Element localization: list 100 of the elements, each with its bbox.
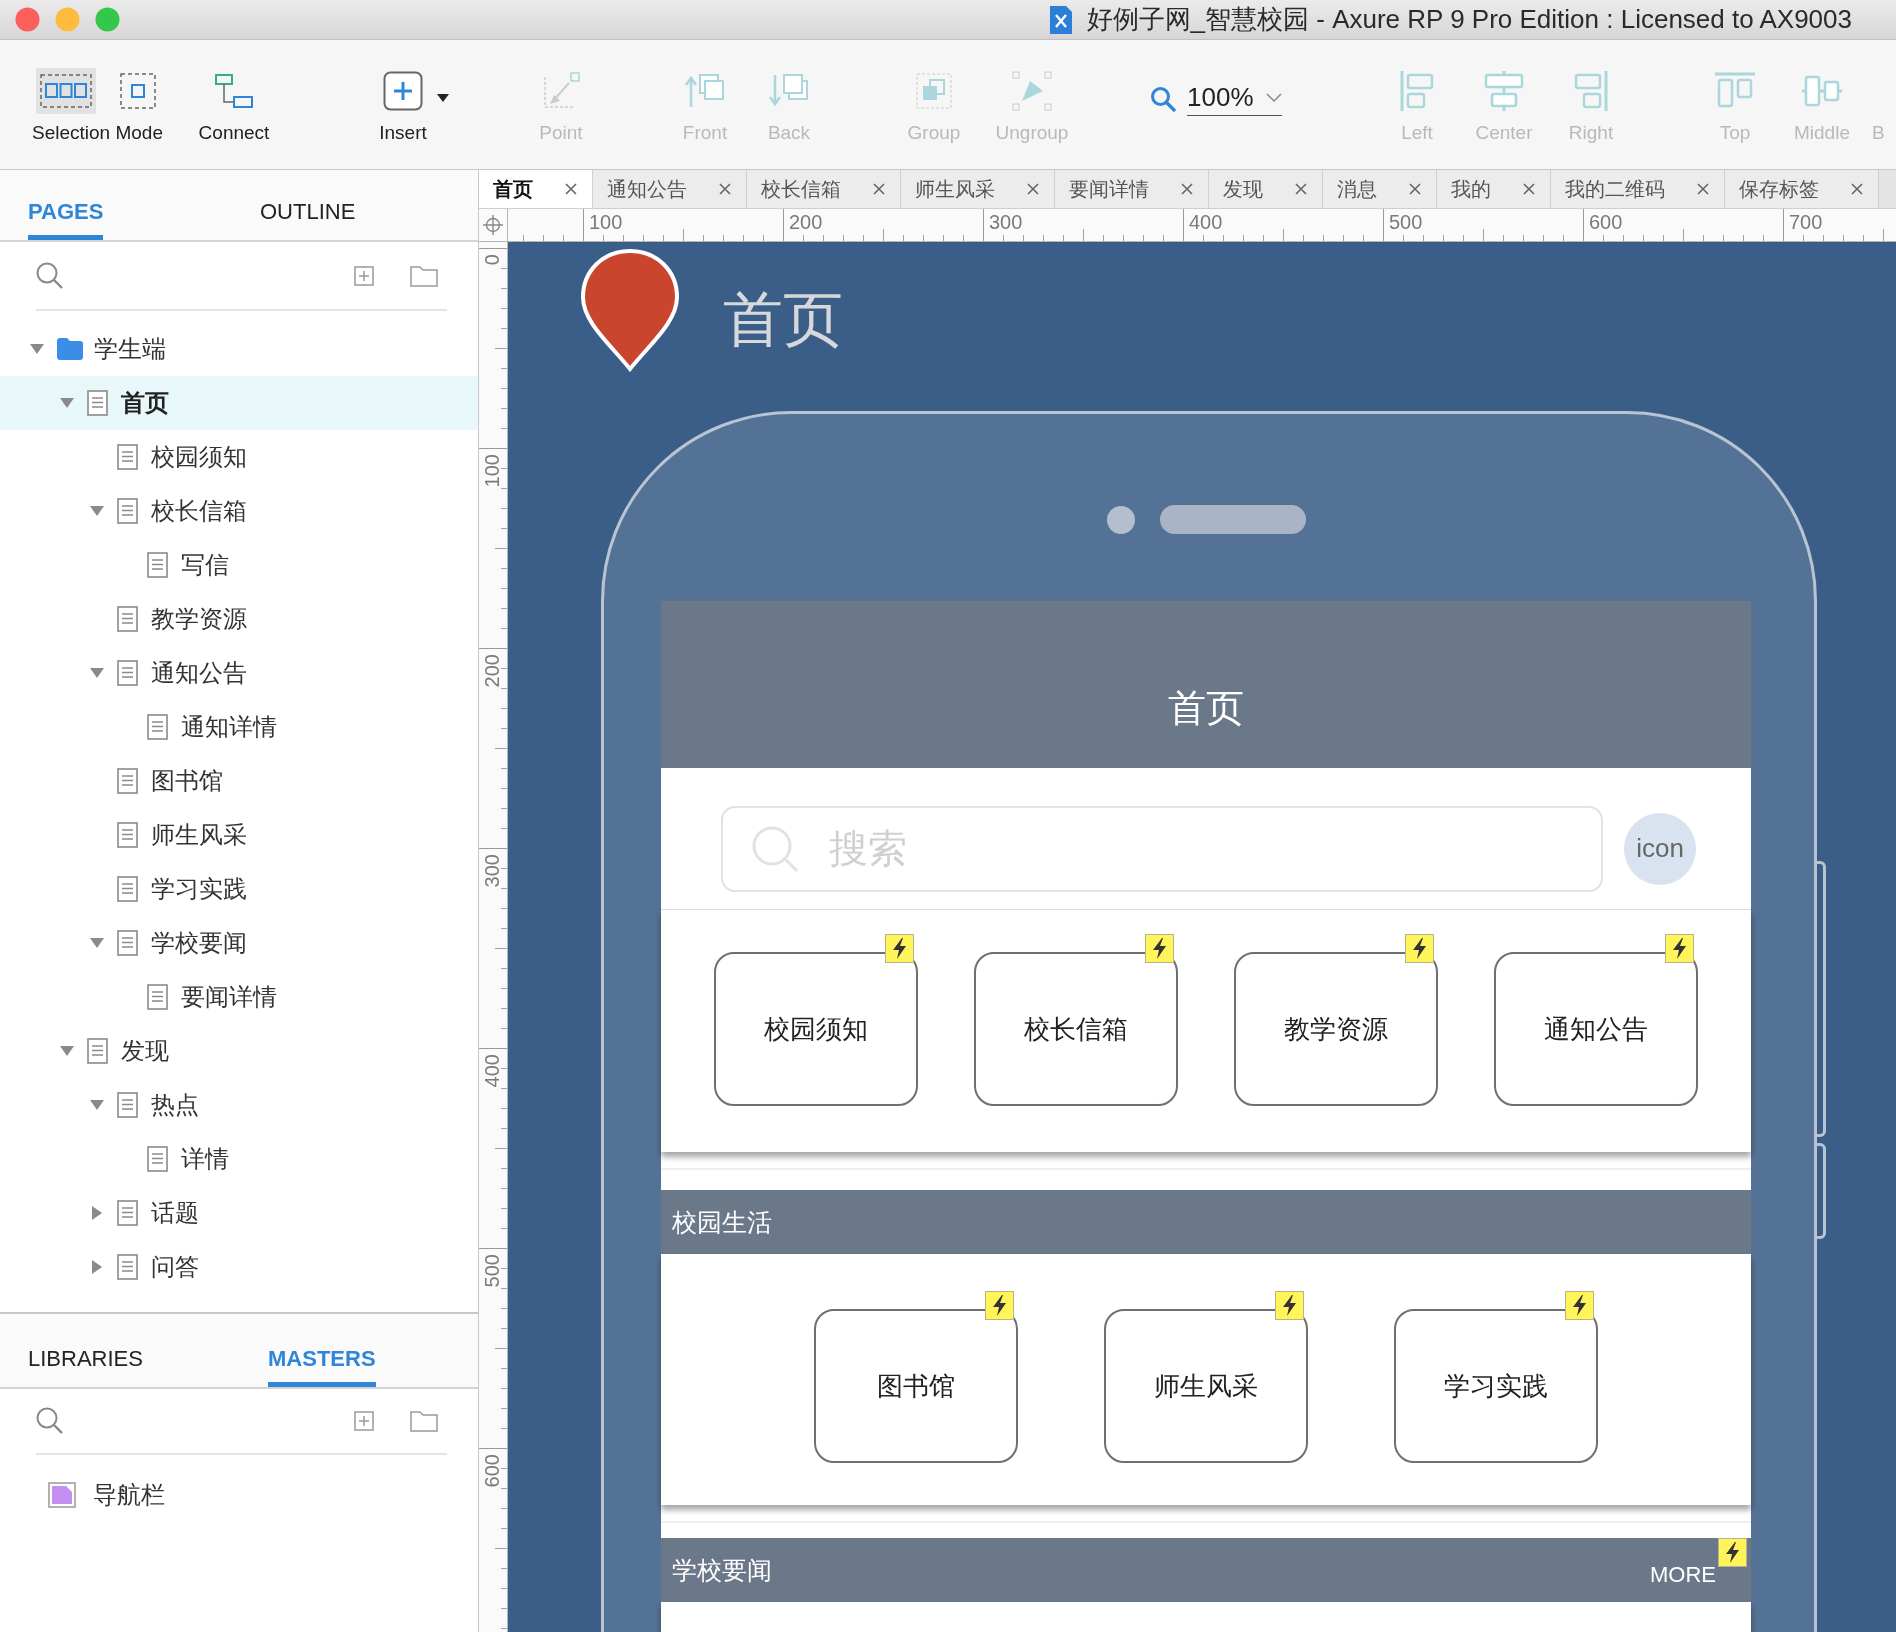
tree-item[interactable]: 问答 bbox=[0, 1240, 478, 1294]
tree-item[interactable]: 要闻详情 bbox=[0, 970, 478, 1024]
close-icon[interactable] bbox=[1523, 183, 1535, 195]
page-icon bbox=[87, 390, 108, 416]
document-tab[interactable]: 师生风采 bbox=[901, 170, 1055, 208]
close-icon[interactable] bbox=[1697, 183, 1709, 195]
ungrouped-shape-icon bbox=[1012, 71, 1052, 111]
search-icon[interactable] bbox=[36, 261, 64, 290]
expanded-triangle-icon[interactable] bbox=[90, 668, 104, 678]
menu-tile[interactable]: 师生风采 bbox=[1104, 1309, 1308, 1463]
search-icon[interactable] bbox=[36, 1407, 64, 1435]
tree-item[interactable]: 话题 bbox=[0, 1186, 478, 1240]
close-icon[interactable] bbox=[1851, 183, 1863, 195]
lightning-icon bbox=[1145, 934, 1174, 963]
collapsed-triangle-icon[interactable] bbox=[92, 1206, 102, 1220]
lightning-icon bbox=[1405, 934, 1434, 963]
menu-tile[interactable]: 通知公告 bbox=[1494, 952, 1698, 1106]
folder-icon[interactable] bbox=[410, 264, 438, 287]
close-icon[interactable] bbox=[1295, 183, 1307, 195]
close-icon[interactable] bbox=[565, 183, 577, 195]
expanded-triangle-icon[interactable] bbox=[60, 398, 74, 408]
menu-tile[interactable]: 校长信箱 bbox=[974, 952, 1178, 1106]
expanded-triangle-icon[interactable] bbox=[90, 1100, 104, 1110]
lightning-icon bbox=[885, 934, 914, 963]
document-tab[interactable]: 要闻详情 bbox=[1055, 170, 1209, 208]
canvas-title: 首页 bbox=[723, 288, 843, 352]
lightning-icon bbox=[1565, 1291, 1594, 1320]
magnifier-icon bbox=[1150, 86, 1176, 112]
selection-option-button[interactable] bbox=[35, 68, 96, 114]
panel-tab[interactable]: MASTERS bbox=[268, 1346, 376, 1387]
tree-item[interactable]: 写信 bbox=[0, 538, 478, 592]
window-title: 好例子网_智慧校园 - Axure RP 9 Pro Edition : Licensed to AX9003 bbox=[1086, 3, 1852, 36]
more-link[interactable]: MORE bbox=[1650, 1562, 1716, 1588]
expanded-triangle-icon[interactable] bbox=[90, 506, 104, 516]
zoom-window-icon[interactable] bbox=[95, 7, 120, 32]
ruler-label: 0 bbox=[482, 254, 502, 266]
tree-item[interactable]: 学生端 bbox=[0, 322, 478, 376]
panel-tab[interactable]: LIBRARIES bbox=[28, 1346, 143, 1387]
document-tab[interactable]: 我的 bbox=[1437, 170, 1551, 208]
menu-tile[interactable]: 教学资源 bbox=[1234, 952, 1438, 1106]
location-pin-icon bbox=[580, 248, 680, 372]
document-tab[interactable]: 发现 bbox=[1209, 170, 1323, 208]
panel-tab[interactable]: PAGES bbox=[28, 199, 104, 240]
master-item[interactable]: 导航栏 bbox=[0, 1468, 478, 1522]
tree-item[interactable]: 校长信箱 bbox=[0, 484, 478, 538]
expanded-triangle-icon[interactable] bbox=[60, 1046, 74, 1056]
point-arrow-icon bbox=[541, 71, 581, 111]
tree-item[interactable]: 教学资源 bbox=[0, 592, 478, 646]
tree-item[interactable]: 详情 bbox=[0, 1132, 478, 1186]
document-tab[interactable]: 首页 bbox=[479, 170, 593, 208]
plus-box-icon bbox=[383, 71, 423, 111]
zoom-dropdown[interactable]: 100% bbox=[1187, 82, 1282, 116]
menu-tile[interactable]: 校园须知 bbox=[714, 952, 918, 1106]
document-tab[interactable]: 保存标签 bbox=[1725, 170, 1879, 208]
align-right-icon bbox=[1573, 69, 1609, 113]
panel-tab[interactable]: OUTLINE bbox=[260, 199, 356, 240]
page-icon bbox=[147, 714, 168, 740]
tree-item[interactable]: 首页 bbox=[0, 376, 478, 430]
close-icon[interactable] bbox=[873, 183, 885, 195]
document-tab[interactable]: 校长信箱 bbox=[747, 170, 901, 208]
tree-item[interactable]: 师生风采 bbox=[0, 808, 478, 862]
page-icon bbox=[117, 1092, 138, 1118]
document-tab[interactable]: 通知公告 bbox=[593, 170, 747, 208]
plus-square-icon[interactable] bbox=[354, 1411, 374, 1431]
round-button[interactable]: icon bbox=[1624, 812, 1696, 885]
document-tab[interactable]: 我的二维码 bbox=[1551, 170, 1725, 208]
lightning-icon bbox=[1718, 1538, 1747, 1567]
close-icon[interactable] bbox=[1181, 183, 1193, 195]
tool-label: Selection Mode bbox=[32, 122, 163, 144]
crosshair-icon[interactable] bbox=[483, 215, 503, 235]
menu-tile[interactable]: 图书馆 bbox=[814, 1309, 1018, 1463]
expanded-triangle-icon[interactable] bbox=[90, 938, 104, 948]
close-icon[interactable] bbox=[1027, 183, 1039, 195]
toolbar-button[interactable]: Connect bbox=[190, 60, 278, 144]
camera-dot bbox=[1106, 505, 1135, 534]
collapsed-triangle-icon[interactable] bbox=[92, 1260, 102, 1274]
close-icon[interactable] bbox=[719, 183, 731, 195]
close-window-icon[interactable] bbox=[15, 7, 40, 32]
tree-item[interactable]: 发现 bbox=[0, 1024, 478, 1078]
tree-item[interactable]: 通知公告 bbox=[0, 646, 478, 700]
tree-item[interactable]: 热点 bbox=[0, 1078, 478, 1132]
page-icon bbox=[117, 930, 138, 956]
expanded-triangle-icon[interactable] bbox=[30, 344, 44, 354]
page-icon bbox=[117, 660, 138, 686]
folder-icon[interactable] bbox=[410, 1410, 438, 1432]
toolbar-button[interactable]: Insert bbox=[355, 60, 451, 144]
page-icon bbox=[117, 498, 138, 524]
tree-item[interactable]: 学校要闻 bbox=[0, 916, 478, 970]
caret-icon[interactable] bbox=[437, 94, 449, 102]
tree-item[interactable]: 通知详情 bbox=[0, 700, 478, 754]
document-tab[interactable]: 消息 bbox=[1323, 170, 1437, 208]
search-icon bbox=[751, 824, 799, 873]
menu-tile[interactable]: 学习实践 bbox=[1394, 1309, 1598, 1463]
tree-item[interactable]: 图书馆 bbox=[0, 754, 478, 808]
close-icon[interactable] bbox=[1409, 183, 1421, 195]
plus-square-icon[interactable] bbox=[354, 265, 374, 286]
master-icon bbox=[48, 1482, 76, 1508]
tree-item[interactable]: 校园须知 bbox=[0, 430, 478, 484]
tree-item[interactable]: 学习实践 bbox=[0, 862, 478, 916]
section-title: 学校要闻 bbox=[672, 1554, 772, 1586]
